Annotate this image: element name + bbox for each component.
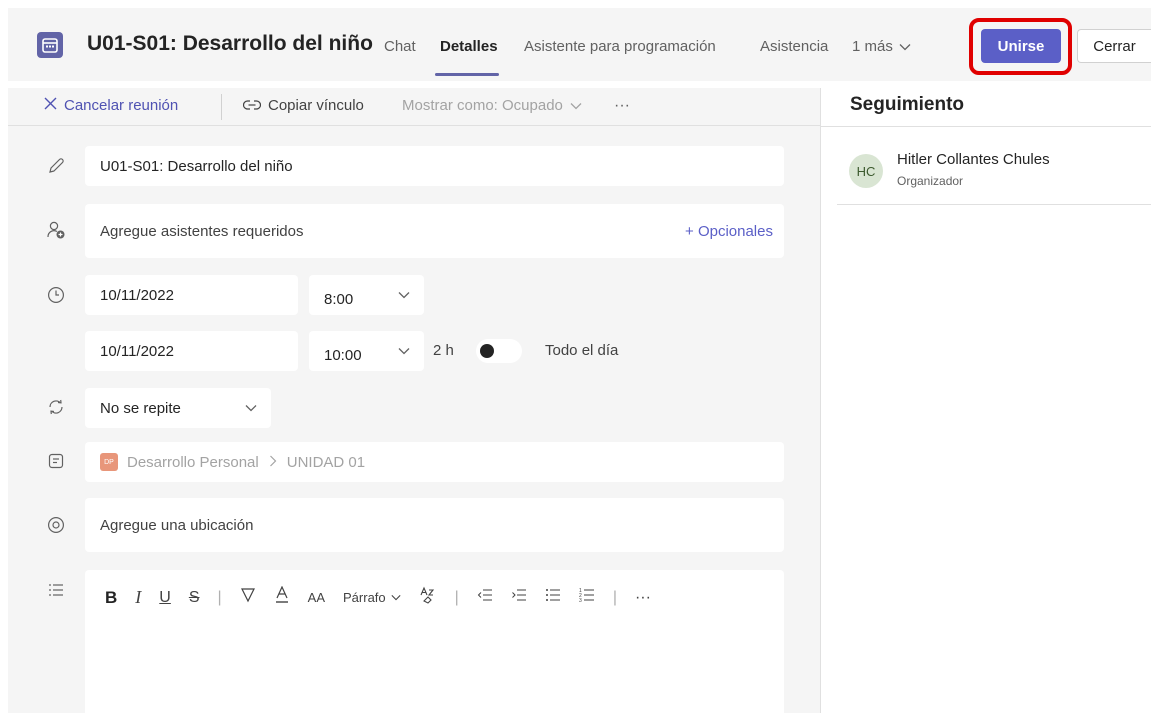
tab-attendance[interactable]: Asistencia — [760, 38, 828, 55]
bold-button[interactable]: B — [105, 588, 117, 608]
team-badge: DP — [100, 453, 118, 471]
tab-chat[interactable]: Chat — [384, 38, 416, 55]
active-tab-indicator — [435, 73, 499, 76]
italic-button[interactable]: I — [135, 587, 141, 608]
repeat-icon — [44, 395, 68, 419]
all-day-label: Todo el día — [545, 342, 619, 359]
chevron-down-icon — [391, 595, 401, 601]
location-input[interactable]: Agregue una ubicación — [85, 498, 784, 552]
more-tabs-label: 1 más — [852, 38, 893, 55]
clock-icon — [44, 283, 68, 307]
toolbar-separator: | — [612, 588, 617, 606]
chevron-right-icon — [269, 454, 277, 471]
close-button[interactable]: Cerrar — [1077, 29, 1151, 63]
link-icon — [242, 97, 262, 114]
close-icon — [44, 97, 57, 114]
optional-attendees-link[interactable]: + Opcionales — [685, 223, 773, 240]
more-options-button[interactable]: ··· — [614, 97, 630, 115]
highlight-icon[interactable] — [240, 587, 256, 608]
font-color-icon[interactable] — [274, 585, 290, 609]
chevron-down-icon — [899, 38, 911, 55]
pencil-icon — [44, 154, 68, 178]
repeat-select[interactable]: No se repite — [85, 388, 271, 428]
location-icon — [44, 513, 68, 537]
numbered-list-icon[interactable]: 123 — [579, 587, 595, 608]
attendee-name: Hitler Collantes Chules — [897, 151, 1050, 168]
tab-details[interactable]: Detalles — [440, 38, 498, 55]
start-date-input[interactable]: 10/11/2022 — [85, 275, 298, 315]
start-time-value: 8:00 — [324, 290, 354, 308]
channel-field: DP Desarrollo Personal UNIDAD 01 — [85, 442, 784, 482]
calendar-app-icon — [37, 32, 63, 58]
show-as-label: Mostrar como: Ocupado — [402, 97, 563, 114]
join-button[interactable]: Unirse — [981, 29, 1061, 63]
meeting-title-input[interactable]: U01-S01: Desarrollo del niño — [85, 146, 784, 186]
cancel-meeting-button[interactable]: Cancelar reunión — [44, 97, 178, 114]
list-icon — [44, 578, 68, 602]
meeting-title: U01-S01: Desarrollo del niño — [87, 32, 373, 55]
toolbar-divider — [221, 94, 222, 120]
chevron-down-icon — [398, 291, 410, 299]
end-time-select[interactable]: 10:00 — [309, 331, 424, 371]
attendee-divider — [837, 204, 1151, 205]
tracking-title: Seguimiento — [850, 94, 965, 115]
toolbar-separator: | — [217, 588, 222, 606]
start-time-select[interactable]: 8:00 — [309, 275, 424, 315]
all-day-toggle[interactable] — [476, 339, 522, 363]
tab-scheduling-assistant[interactable]: Asistente para programación — [524, 38, 716, 55]
more-tabs-button[interactable]: 1 más — [852, 38, 911, 55]
toggle-knob — [480, 344, 494, 358]
panel-divider — [820, 88, 821, 713]
bulleted-list-icon[interactable] — [545, 588, 561, 607]
avatar[interactable]: HC — [849, 154, 883, 188]
strikethrough-button[interactable]: S — [189, 589, 200, 607]
duration-label: 2 h — [433, 342, 454, 359]
paragraph-dropdown[interactable]: Párrafo — [343, 590, 401, 605]
attendees-placeholder: Agregue asistentes requeridos — [100, 222, 304, 240]
font-size-button[interactable]: AA — [308, 590, 325, 605]
svg-text:3: 3 — [579, 598, 582, 603]
tracking-divider — [821, 126, 1151, 127]
team-name: Desarrollo Personal — [127, 453, 259, 471]
clear-formatting-icon[interactable] — [419, 586, 437, 609]
end-date-input[interactable]: 10/11/2022 — [85, 331, 298, 371]
channel-icon — [44, 449, 68, 473]
channel-name: UNIDAD 01 — [286, 453, 366, 471]
paragraph-label: Párrafo — [343, 590, 386, 605]
copy-link-label: Copiar vínculo — [268, 97, 364, 114]
add-person-icon — [44, 218, 68, 242]
formatting-toolbar: B I U S | AA Párrafo | 123 | ··· — [105, 585, 651, 609]
attendee-role: Organizador — [897, 174, 964, 188]
toolbar-separator: | — [454, 588, 459, 606]
increase-indent-icon[interactable] — [511, 588, 527, 607]
more-formatting-button[interactable]: ··· — [635, 589, 651, 607]
end-time-value: 10:00 — [324, 346, 362, 364]
description-editor[interactable]: B I U S | AA Párrafo | 123 | ··· — [85, 570, 784, 713]
cancel-meeting-label: Cancelar reunión — [64, 97, 179, 114]
copy-link-button[interactable]: Copiar vínculo — [242, 97, 364, 114]
repeat-value: No se repite — [100, 399, 181, 417]
chevron-down-icon — [398, 347, 410, 355]
chevron-down-icon — [570, 97, 582, 114]
attendees-input[interactable]: Agregue asistentes requeridos + Opcional… — [85, 204, 784, 258]
chevron-down-icon — [245, 404, 257, 412]
show-as-dropdown[interactable]: Mostrar como: Ocupado — [402, 97, 582, 114]
meeting-toolbar: Cancelar reunión Copiar vínculo Mostrar … — [8, 88, 820, 126]
underline-button[interactable]: U — [159, 589, 171, 607]
decrease-indent-icon[interactable] — [477, 588, 493, 607]
